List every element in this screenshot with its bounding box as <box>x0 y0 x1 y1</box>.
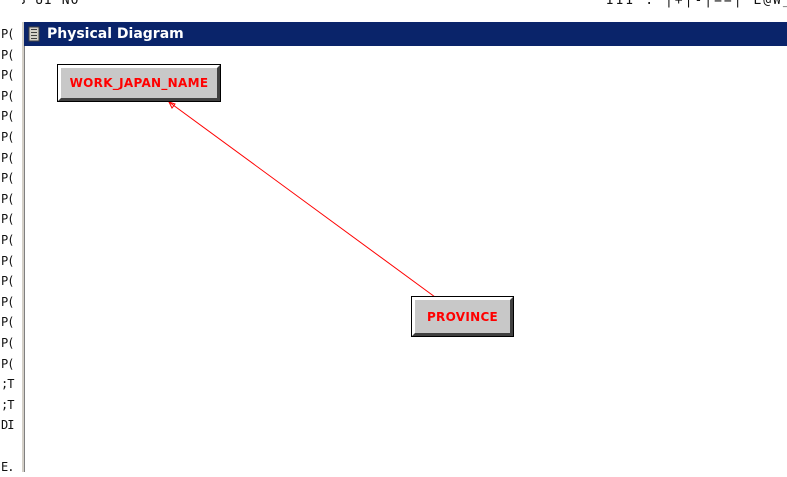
background-left-row: P( <box>1 191 14 206</box>
background-left-row: ;T <box>1 377 14 392</box>
background-window-left-strip: P( P( P( P( P( P( P( P( P( P( P( P( P( P( P( P( P( ;T ;T DI… <box>0 0 22 474</box>
background-left-row: DI <box>1 418 14 433</box>
background-left-row <box>1 436 21 456</box>
background-left-row: P( <box>1 233 14 247</box>
background-left-row: P( <box>1 336 14 350</box>
background-left-row: P( <box>1 130 14 144</box>
document-icon[interactable] <box>27 26 41 42</box>
relationship-line[interactable] <box>168 101 436 298</box>
background-left-row: P( <box>1 109 14 124</box>
background-left-row: P( <box>1 171 14 186</box>
background-left-row: P( <box>1 315 14 330</box>
entity-province[interactable]: PROVINCE <box>411 296 514 337</box>
entity-label: PROVINCE <box>426 309 499 324</box>
background-left-row: P( <box>1 356 14 371</box>
background-left-row: P( <box>1 47 14 62</box>
background-left-row: E. <box>1 459 14 474</box>
window-title: Physical Diagram <box>47 26 184 42</box>
entity-label: WORK_JAPAN_NAME <box>69 76 209 90</box>
background-left-row: P( <box>1 68 14 83</box>
window-titlebar[interactable]: Physical Diagram <box>24 22 787 46</box>
background-left-row: P( <box>1 274 14 289</box>
background-left-row: P( <box>1 150 14 165</box>
diagram-canvas[interactable]: WORK_JAPAN_NAME PROVINCE <box>24 46 787 472</box>
entity-work-japan-name[interactable]: WORK_JAPAN_NAME <box>57 64 221 102</box>
background-top-right-text: III : |+|-|==| L@W_UL UP <box>606 0 787 8</box>
relationship-layer <box>168 101 436 298</box>
background-left-row: P( <box>1 212 14 227</box>
relationship-arrowhead <box>168 101 176 109</box>
background-left-row: P( <box>1 88 14 103</box>
physical-diagram-window[interactable]: Physical Diagram WORK_JAPAN_NAME PROVINC… <box>22 22 787 472</box>
background-left-row: P( <box>1 27 14 41</box>
background-left-row: P( <box>1 294 14 309</box>
background-left-row: ;T <box>1 397 14 412</box>
background-left-row: P( <box>1 253 14 268</box>
background-window-top: 'UB UI NO III : |+|-|==| L@W_UL UP <box>0 0 787 22</box>
